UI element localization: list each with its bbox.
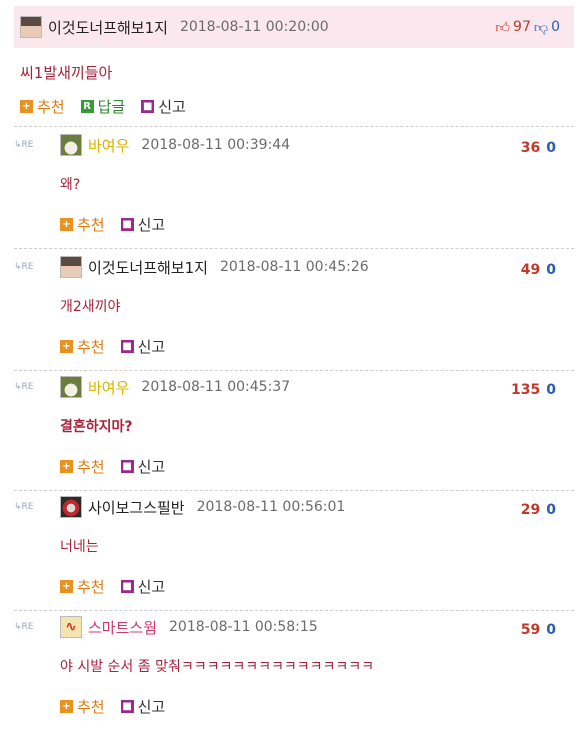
reply-body: 야 시발 순서 좀 맞춰ㅋㅋㅋㅋㅋㅋㅋㅋㅋㅋㅋㅋㅋㅋㅋ xyxy=(60,659,375,675)
plus-icon: + xyxy=(60,340,73,353)
post-author[interactable]: 이것도너프해보1지 xyxy=(48,17,168,38)
reply-header: 바여우 2018-08-11 00:39:44 xyxy=(60,134,290,156)
reply-item: ↳RE 이것도너프해보1지 2018-08-11 00:45:26 49 0 개… xyxy=(14,252,574,372)
avatar[interactable]: ∿ xyxy=(60,616,82,638)
reply-arrow-icon: ↳RE xyxy=(14,262,34,272)
recommend-button[interactable]: + 추천 xyxy=(20,96,65,117)
divider xyxy=(14,610,574,611)
report-icon: ■ xyxy=(120,700,134,713)
reply-votes: 59 0 xyxy=(521,622,556,638)
recommend-button[interactable]: + 추천 xyxy=(60,576,105,597)
report-icon: ■ xyxy=(120,580,134,593)
reply-actions: + 추천 ■ 신고 xyxy=(60,214,181,235)
reply-date: 2018-08-11 00:58:15 xyxy=(169,619,318,635)
plus-icon: + xyxy=(60,700,73,713)
downvote-count[interactable]: 0 xyxy=(546,502,556,518)
recommend-button[interactable]: + 추천 xyxy=(60,336,105,357)
upvote-count[interactable]: 29 xyxy=(521,502,540,518)
report-button[interactable]: ■ 신고 xyxy=(120,696,165,717)
reply-body: 왜? xyxy=(60,177,81,193)
upvote-count[interactable]: 36 xyxy=(521,140,540,156)
downvote-count[interactable]: 0 xyxy=(546,262,556,278)
reply-author[interactable]: 이것도너프해보1지 xyxy=(88,257,208,278)
reply-header: 사이보그스필반 2018-08-11 00:56:01 xyxy=(60,496,345,518)
reply-body: 너네는 xyxy=(60,539,99,555)
plus-icon: + xyxy=(60,218,73,231)
reply-author[interactable]: 바여우 xyxy=(88,135,129,156)
reply-item: ↳RE ∿ 스마트스웜 2018-08-11 00:58:15 59 0 야 시… xyxy=(14,612,574,732)
report-icon: ■ xyxy=(120,460,134,473)
recommend-button[interactable]: + 추천 xyxy=(60,696,105,717)
reply-date: 2018-08-11 00:45:26 xyxy=(219,259,369,275)
reply-item: ↳RE 바여우 2018-08-11 00:45:37 135 0 결혼하지마?… xyxy=(14,372,574,492)
post-date: 2018-08-11 00:20:00 xyxy=(179,19,329,35)
reply-actions: + 추천 ■ 신고 xyxy=(60,456,181,477)
upvote-count[interactable]: 135 xyxy=(511,382,540,398)
reply-votes: 36 0 xyxy=(521,140,556,156)
recommend-button[interactable]: + 추천 xyxy=(60,456,105,477)
reply-date: 2018-08-11 00:56:01 xyxy=(196,499,346,515)
reply-actions: + 추천 ■ 신고 xyxy=(60,336,181,357)
reply-header: ∿ 스마트스웜 2018-08-11 00:58:15 xyxy=(60,616,318,638)
downvote-count[interactable]: 0 xyxy=(546,140,556,156)
avatar[interactable] xyxy=(60,376,82,398)
reply-votes: 135 0 xyxy=(511,382,556,398)
plus-icon: + xyxy=(60,580,73,593)
reply-date: 2018-08-11 00:45:37 xyxy=(141,379,291,395)
reply-date: 2018-08-11 00:39:44 xyxy=(141,137,291,153)
report-icon: ■ xyxy=(120,218,134,231)
reply-arrow-icon: ↳RE xyxy=(14,140,34,150)
report-button[interactable]: ■ 신고 xyxy=(141,96,186,117)
avatar[interactable] xyxy=(60,134,82,156)
post-up-count: 97 xyxy=(513,19,531,35)
reply-actions: + 추천 ■ 신고 xyxy=(60,576,181,597)
thumbs-down-icon[interactable]: 👎︎ xyxy=(534,19,548,36)
reply-author[interactable]: 바여우 xyxy=(88,377,129,398)
report-button[interactable]: ■ 신고 xyxy=(120,336,165,357)
comment-thread: 이것도너프해보1지 2018-08-11 00:20:00 👍︎ 97 👎︎ 0… xyxy=(0,0,586,732)
reply-item: ↳RE 바여우 2018-08-11 00:39:44 36 0 왜? + 추천… xyxy=(14,130,574,250)
thumbs-up-icon[interactable]: 👍︎ xyxy=(495,19,510,36)
reply-votes: 29 0 xyxy=(521,502,556,518)
reply-body: 개2새끼야 xyxy=(60,299,121,315)
reply-header: 바여우 2018-08-11 00:45:37 xyxy=(60,376,290,398)
reply-actions: + 추천 ■ 신고 xyxy=(60,696,181,717)
report-icon: ■ xyxy=(141,100,155,113)
divider xyxy=(14,490,574,491)
report-button[interactable]: ■ 신고 xyxy=(120,456,165,477)
divider xyxy=(14,248,574,249)
reply-icon: R xyxy=(80,100,94,113)
reply-arrow-icon: ↳RE xyxy=(14,622,34,632)
reply-button[interactable]: R 답글 xyxy=(80,96,125,117)
downvote-count[interactable]: 0 xyxy=(546,382,556,398)
upvote-count[interactable]: 49 xyxy=(521,262,540,278)
reply-votes: 49 0 xyxy=(521,262,556,278)
avatar[interactable] xyxy=(20,16,42,38)
post-body: 씨1발새끼들아 xyxy=(20,64,113,82)
downvote-count[interactable]: 0 xyxy=(546,622,556,638)
divider xyxy=(14,370,574,371)
report-icon: ■ xyxy=(120,340,134,353)
recommend-button[interactable]: + 추천 xyxy=(60,214,105,235)
post-down-count: 0 xyxy=(551,19,560,35)
divider xyxy=(14,126,574,127)
plus-icon: + xyxy=(20,100,33,113)
reply-author[interactable]: 사이보그스필반 xyxy=(88,497,185,518)
report-button[interactable]: ■ 신고 xyxy=(120,214,165,235)
post-actions: + 추천 R 답글 ■ 신고 xyxy=(20,96,202,117)
plus-icon: + xyxy=(60,460,73,473)
post-header: 이것도너프해보1지 2018-08-11 00:20:00 👍︎ 97 👎︎ 0 xyxy=(14,6,574,48)
reply-body: 결혼하지마? xyxy=(60,419,133,435)
reply-author[interactable]: 스마트스웜 xyxy=(88,617,157,638)
post-votes: 👍︎ 97 👎︎ 0 xyxy=(495,19,560,36)
reply-arrow-icon: ↳RE xyxy=(14,382,34,392)
upvote-count[interactable]: 59 xyxy=(521,622,540,638)
reply-item: ↳RE 사이보그스필반 2018-08-11 00:56:01 29 0 너네는… xyxy=(14,492,574,612)
reply-header: 이것도너프해보1지 2018-08-11 00:45:26 xyxy=(60,256,369,278)
avatar[interactable] xyxy=(60,256,82,278)
reply-arrow-icon: ↳RE xyxy=(14,502,34,512)
avatar[interactable] xyxy=(60,496,82,518)
report-button[interactable]: ■ 신고 xyxy=(120,576,165,597)
